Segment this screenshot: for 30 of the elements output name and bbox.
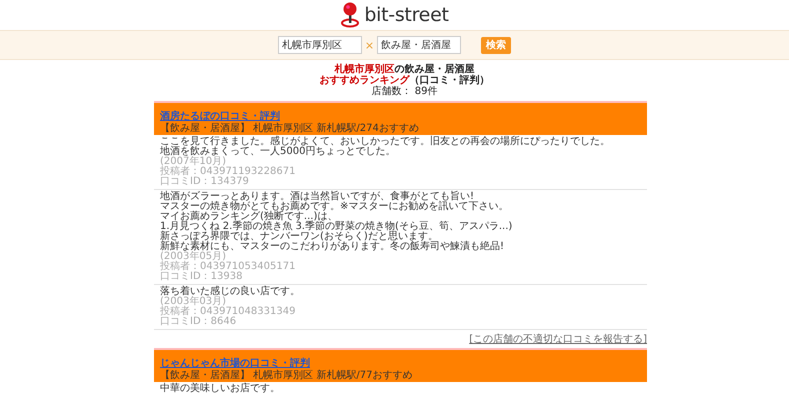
genre-field[interactable]: 飲み屋・居酒屋 [377, 36, 461, 54]
shop-count: 店舗数： 89件 [372, 86, 438, 97]
review-id: 口コミID：8646 [160, 317, 236, 327]
review-text: 地酒を飲みまくって、一人5000円ちょっとでした。 [160, 147, 396, 157]
review-text: ここを見て行きました。感じがよくて、おいしかったです。旧友との再会の場所にぴったりでした。 [160, 137, 610, 147]
review-text: 1.月見つくね 2.季節の焼き魚 3.季節の野菜の焼き物(そら豆、筍、アスパラ...) [160, 222, 512, 232]
review-text: マイお薦めランキング(独断です...)は、 [160, 212, 338, 222]
review-id: 口コミID：13938 [160, 272, 242, 282]
review-poster: 投稿者：043971193228671 [160, 167, 296, 177]
logo-text[interactable]: bit-street [364, 4, 449, 26]
review-text: 新鮮な素材にも、マスターのこだわりがあります。冬の飯寿司や鰊漬も絶品! [160, 242, 504, 252]
review-date: (2003年05月) [160, 252, 226, 262]
area-field[interactable]: 札幌市厚別区 [278, 36, 362, 54]
shop-info: 【飲み屋・居酒屋】 札幌市厚別区 新札幌駅/77おすすめ [160, 370, 412, 381]
review-text: 地酒がズラーっとあります。酒は当然旨いですが、食事がとても旨い! [160, 192, 474, 202]
review-id: 口コミID：134379 [160, 177, 249, 187]
heading-subtitle: おすすめランキング（口コミ・評判） [320, 75, 490, 86]
review-text: 中華の美味しいお店です。 [160, 384, 280, 394]
review-poster: 投稿者：043971053405171 [160, 262, 296, 272]
review-date: (2007年10月) [160, 157, 226, 167]
review-poster: 投稿者：043971048331349 [160, 307, 296, 317]
review-text: 新さっぽろ界隈では、ナンバーワン(おそらく)だと思います。 [160, 232, 438, 242]
heading-title: 札幌市厚別区の飲み屋・居酒屋 [334, 64, 474, 75]
separator-text: × [364, 38, 376, 52]
review-text: マスターの焼き物がとてもお薦めです。※マスターにお勧めを訊いて下さい。 [160, 202, 508, 212]
review-text: 落ち着いた感じの良い店です。 [160, 287, 300, 297]
review-date: (2003年03月) [160, 297, 226, 307]
shop-info: 【飲み屋・居酒屋】 札幌市厚別区 新札幌駅/274おすすめ [160, 123, 419, 134]
logo-pin-icon [340, 2, 360, 28]
report-link[interactable]: [この店舗の不適切な口コミを報告する] [469, 334, 647, 345]
